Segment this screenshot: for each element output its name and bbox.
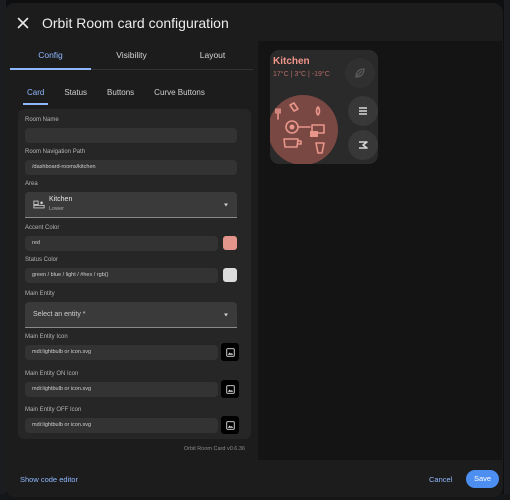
main-entity-icon-label: Main Entity Icon (25, 334, 68, 340)
tab-visibility[interactable]: Visibility (91, 41, 172, 69)
tab-config[interactable]: Config (10, 41, 91, 70)
chevron-down-icon (224, 203, 228, 206)
main-entity-select[interactable]: Select an entity * (25, 302, 237, 328)
area-select[interactable]: Kitchen Lower (25, 192, 237, 218)
card-version: Orbit Room Card v0.6.36 (183, 446, 245, 452)
dialog-header: Orbit Room card configuration (5, 3, 503, 43)
main-entity-off-icon-picker[interactable] (221, 416, 239, 434)
backdrop-right (504, 0, 510, 500)
chevron-down-icon (224, 313, 228, 316)
close-icon (17, 17, 29, 29)
kitchen-illustration (270, 95, 338, 164)
room-name-input[interactable] (25, 128, 237, 143)
kitchen-icon (275, 102, 325, 154)
preview-button-1[interactable] (345, 58, 375, 88)
image-icon (225, 347, 235, 357)
main-entity-icon-input[interactable]: mdi:lightbulb or icon.svg (25, 345, 218, 360)
preview-button-2[interactable] (348, 96, 378, 126)
nav-path-input[interactable]: /dashboard-rooms/kitchen (25, 160, 237, 175)
sub-tabs: Card Status Buttons Curve Buttons (10, 81, 253, 105)
image-icon (225, 384, 235, 394)
radiator-icon (359, 107, 367, 115)
accent-color-label: Accent Color (25, 225, 60, 231)
status-color-input[interactable]: green / blue / light / #hex / rgb() (25, 268, 218, 283)
dialog-title: Orbit Room card configuration (42, 15, 229, 31)
main-tabs: Config Visibility Layout (10, 41, 253, 70)
home-sofa-icon (33, 200, 45, 209)
dialog-footer: Show code editor Cancel Save (5, 465, 503, 497)
main-entity-off-icon-input[interactable]: mdi:lightbulb or icon.svg (25, 418, 218, 433)
image-icon (225, 420, 235, 430)
close-button[interactable] (13, 13, 33, 33)
area-floor: Lower (49, 206, 64, 212)
main-entity-placeholder: Select an entity * (33, 311, 86, 318)
status-color-swatch[interactable] (223, 268, 237, 282)
room-name-label: Room Name (25, 117, 59, 123)
card-preview-panel: Kitchen 17°C | 3°C | -19°C (258, 41, 502, 460)
subtab-status[interactable]: Status (57, 81, 94, 105)
shade-icon (359, 141, 368, 149)
card-config-dialog: Orbit Room card configuration Config Vis… (5, 3, 503, 497)
preview-button-3[interactable] (348, 130, 378, 160)
card-form: Room Name Room Navigation Path /dashboar… (18, 109, 251, 439)
save-button[interactable]: Save (466, 470, 499, 488)
area-label: Area (25, 181, 38, 187)
main-entity-on-icon-picker[interactable] (221, 380, 239, 398)
main-entity-on-icon-input[interactable]: mdi:lightbulb or icon.svg (25, 382, 218, 397)
nav-path-label: Room Navigation Path (25, 149, 86, 155)
editor-panel: Config Visibility Layout Card Status But… (10, 41, 253, 465)
main-entity-off-icon-label: Main Entity OFF Icon (25, 407, 82, 413)
accent-color-input[interactable]: red (25, 236, 218, 251)
tab-layout[interactable]: Layout (172, 41, 253, 69)
preview-room-status: 17°C | 3°C | -19°C (273, 71, 330, 78)
main-entity-label: Main Entity (25, 291, 55, 297)
preview-room-name: Kitchen (273, 56, 310, 67)
show-code-editor-button[interactable]: Show code editor (20, 475, 78, 484)
subtab-card[interactable]: Card (20, 81, 51, 105)
subtab-curve-buttons[interactable]: Curve Buttons (147, 81, 212, 105)
main-entity-icon-picker[interactable] (221, 343, 239, 361)
room-card-preview[interactable]: Kitchen 17°C | 3°C | -19°C (270, 50, 378, 164)
leaf-icon (355, 68, 365, 78)
main-entity-on-icon-label: Main Entity ON Icon (25, 371, 79, 377)
accent-color-swatch[interactable] (223, 236, 237, 250)
status-color-label: Status Color (25, 257, 59, 263)
cancel-button[interactable]: Cancel (429, 475, 452, 484)
subtab-buttons[interactable]: Buttons (100, 81, 141, 105)
area-name: Kitchen (49, 196, 73, 203)
